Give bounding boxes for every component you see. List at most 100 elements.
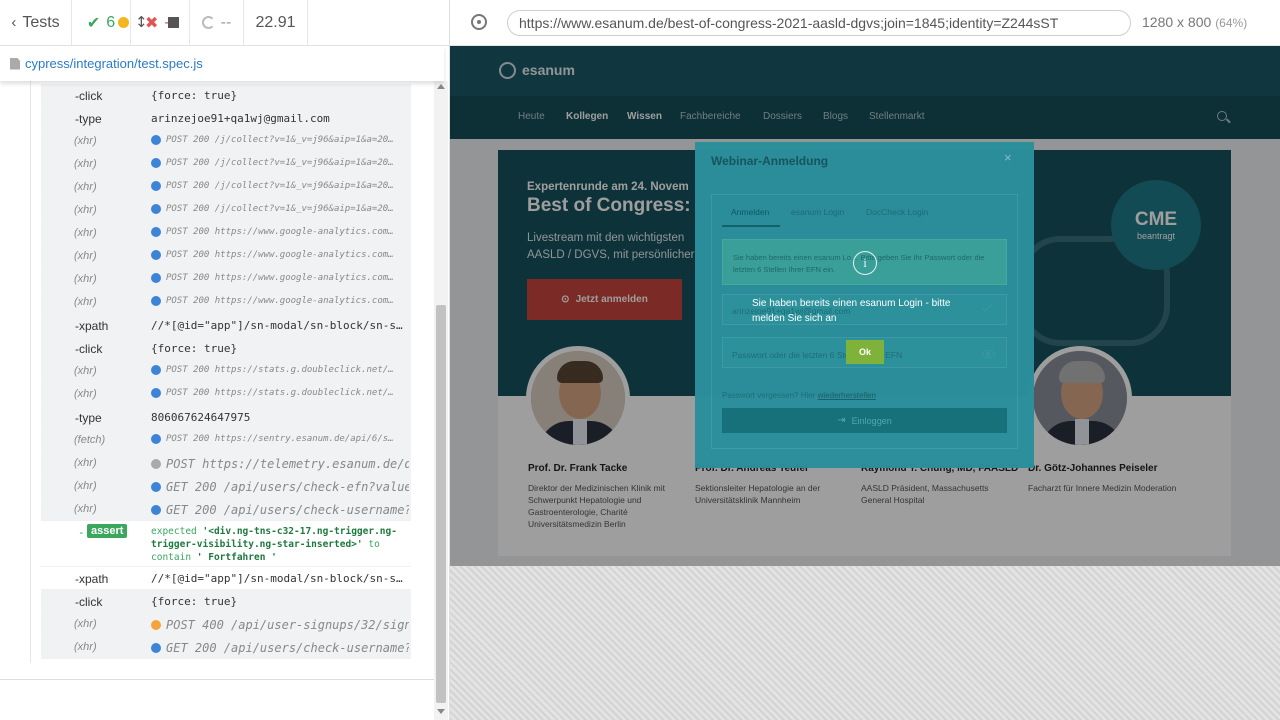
aut-viewport: esanum Heute Kollegen Wissen Fachbereich… <box>450 46 1280 566</box>
request-row[interactable]: (xhr) POST 200 https://www.google-analyti… <box>41 245 411 268</box>
command-message: POST 200 https://sentry.esanum.de/api/6/… <box>151 434 409 444</box>
close-icon[interactable]: × <box>1004 150 1012 165</box>
login-button[interactable]: ⇥ Einloggen <box>722 408 1007 433</box>
status-dot-icon <box>151 505 161 515</box>
request-text: GET 200 /api/users/check-username?… <box>166 641 409 655</box>
assert-dash: - <box>78 526 85 539</box>
command-row[interactable]: 11-click{force: true} <box>41 337 411 360</box>
url-display[interactable]: https://www.esanum.de/best-of-congress-2… <box>507 10 1131 36</box>
command-name: -click <box>75 342 103 356</box>
request-text: POST 200 /j/collect?v=1&_v=j96&aip=1&a=2… <box>166 204 394 214</box>
request-row[interactable]: (xhr) GET 200 /api/users/check-username?… <box>41 636 411 659</box>
request-row[interactable]: (xhr) POST https://telemetry.esanum.de/d… <box>41 452 411 475</box>
scrollbar-thumb[interactable] <box>436 305 446 703</box>
pending-count: -- <box>190 0 244 46</box>
command-name: (xhr) <box>74 641 97 653</box>
request-row[interactable]: (xhr) POST 200 https://stats.g.doubleclic… <box>41 383 411 406</box>
viewport-size: 1280 x 800 <box>1142 14 1212 30</box>
command-name: -click <box>75 595 103 609</box>
request-row[interactable]: (fetch) POST 200 https://sentry.esanum.de… <box>41 429 411 452</box>
tab-doccheck-login[interactable]: DocCheck Login <box>866 207 928 217</box>
stop-icon[interactable] <box>168 17 179 28</box>
command-name: -type <box>75 411 102 425</box>
status-dot-icon <box>151 365 161 375</box>
status-dot-icon <box>151 434 161 444</box>
alert-message: Sie haben bereits einen esanum Login - b… <box>752 298 951 324</box>
command-log: 8-click{force: true}9-typearinzejoe91+qa… <box>0 81 434 679</box>
selector-playground-icon[interactable] <box>471 14 487 30</box>
status-dot-icon <box>151 227 161 237</box>
scroll-up-arrow-icon[interactable] <box>437 84 445 89</box>
eye-icon[interactable] <box>982 350 995 358</box>
forgot-password-text: Passwort vergessen? Hier wiederherstelle… <box>722 391 876 400</box>
command-name: (xhr) <box>74 365 97 377</box>
tests-label: Tests <box>22 13 60 31</box>
request-text: POST 200 https://stats.g.doubleclick.net… <box>166 365 394 375</box>
spec-path-link[interactable]: cypress/integration/test.spec.js <box>25 56 203 71</box>
aut-header: https://www.esanum.de/best-of-congress-2… <box>450 0 1280 46</box>
status-dot-icon <box>151 204 161 214</box>
command-rail <box>30 81 31 663</box>
cypress-reporter: ‹ Tests ✔ 6 ✖ -- -- 22.91 ↕ cypress/inte… <box>0 0 450 720</box>
app-under-test: https://www.esanum.de/best-of-congress-2… <box>450 0 1280 720</box>
request-text: POST 200 https://sentry.esanum.de/api/6/… <box>166 434 394 444</box>
tab-anmelden[interactable]: Anmelden <box>731 207 769 217</box>
command-row[interactable]: 14-xpath//*[@id="app"]/sn-modal/sn-block… <box>41 567 411 590</box>
command-name: (xhr) <box>74 250 97 262</box>
request-text: POST 200 /j/collect?v=1&_v=j96&aip=1&a=2… <box>166 158 394 168</box>
viewport-empty-area <box>450 566 1280 720</box>
duration: 22.91 <box>244 0 308 46</box>
scroll-down-arrow-icon[interactable] <box>437 709 445 714</box>
tab-esanum-login[interactable]: esanum Login <box>791 207 844 217</box>
command-name: (fetch) <box>74 434 106 446</box>
command-name: (xhr) <box>74 388 97 400</box>
request-row[interactable]: (xhr) POST 200 /j/collect?v=1&_v=j96&aip=… <box>41 176 411 199</box>
auto-scroll-indicator-icon[interactable] <box>118 17 129 28</box>
spec-file-bar: cypress/integration/test.spec.js <box>0 46 444 81</box>
command-row[interactable]: 12-type806067624647975 <box>41 406 411 429</box>
command-message: POST https://telemetry.esanum.de/d… <box>151 457 409 471</box>
scroll-toggle-icon[interactable]: ↕ <box>135 13 148 31</box>
command-message: //*[@id="app"]/sn-modal/sn-block/sn-stac… <box>151 319 409 332</box>
command-name: (xhr) <box>74 204 97 216</box>
assert-message: expected '<div.ng-tns-c32-17.ng-trigger.… <box>151 525 409 564</box>
request-row[interactable]: (xhr) POST 200 https://www.google-analyti… <box>41 291 411 314</box>
command-row[interactable]: 9-typearinzejoe91+qa1wj@gmail.com <box>41 107 411 130</box>
status-dot-icon <box>151 620 161 630</box>
request-row[interactable]: (xhr) POST 200 https://www.google-analyti… <box>41 222 411 245</box>
request-text: GET 200 /api/users/check-efn?value… <box>166 480 409 494</box>
request-row[interactable]: (xhr) POST 200 /j/collect?v=1&_v=j96&aip=… <box>41 199 411 222</box>
chevron-left-icon: ‹ <box>11 14 17 31</box>
request-text: POST 200 https://www.google-analytics.co… <box>166 227 394 237</box>
command-message: POST 200 /j/collect?v=1&_v=j96&aip=1&a=2… <box>151 204 409 214</box>
request-row[interactable]: (xhr) POST 200 /j/collect?v=1&_v=j96&aip=… <box>41 153 411 176</box>
viewport-info[interactable]: 1280 x 800 (64%) <box>1142 14 1247 30</box>
command-name: (xhr) <box>74 135 97 147</box>
tests-toggle[interactable]: ‹ Tests <box>0 0 72 46</box>
command-message: POST 200 /j/collect?v=1&_v=j96&aip=1&a=2… <box>151 158 409 168</box>
request-row[interactable]: (xhr) POST 200 https://stats.g.doubleclic… <box>41 360 411 383</box>
request-row[interactable]: (xhr) GET 200 /api/users/check-efn?value… <box>41 475 411 498</box>
command-row[interactable]: 8-click{force: true} <box>41 84 411 107</box>
command-message: {force: true} <box>151 342 238 355</box>
command-message: POST 200 https://www.google-analytics.co… <box>151 296 409 306</box>
request-row[interactable]: (xhr) POST 400 /api/user-signups/32/sign… <box>41 613 411 636</box>
assert-value: ' Fortfahren ' <box>196 552 277 563</box>
command-message: GET 200 /api/users/check-efn?value… <box>151 480 409 494</box>
command-row[interactable]: 15-click{force: true} <box>41 590 411 613</box>
command-message: {force: true} <box>151 595 238 608</box>
request-row[interactable]: (xhr) GET 200 /api/users/check-username?… <box>41 498 411 521</box>
command-row[interactable]: 10-xpath//*[@id="app"]/sn-modal/sn-block… <box>41 314 411 337</box>
viewport-scale: (64%) <box>1215 16 1248 30</box>
request-row[interactable]: (xhr) POST 200 https://www.google-analyti… <box>41 268 411 291</box>
login-arrow-icon: ⇥ <box>837 415 846 426</box>
restore-password-link[interactable]: wiederherstellen <box>818 391 876 400</box>
ok-button[interactable]: Ok <box>846 340 884 364</box>
command-name: (xhr) <box>74 503 97 515</box>
command-message: POST 200 /j/collect?v=1&_v=j96&aip=1&a=2… <box>151 135 409 145</box>
request-row[interactable]: (xhr) POST 200 /j/collect?v=1&_v=j96&aip=… <box>41 130 411 153</box>
command-row-assert[interactable]: 13-assertexpected '<div.ng-tns-c32-17.ng… <box>41 521 411 567</box>
reporter-stats-bar: ‹ Tests ✔ 6 ✖ -- -- 22.91 <box>0 0 450 46</box>
file-icon <box>10 57 20 70</box>
command-name: (xhr) <box>74 480 97 492</box>
